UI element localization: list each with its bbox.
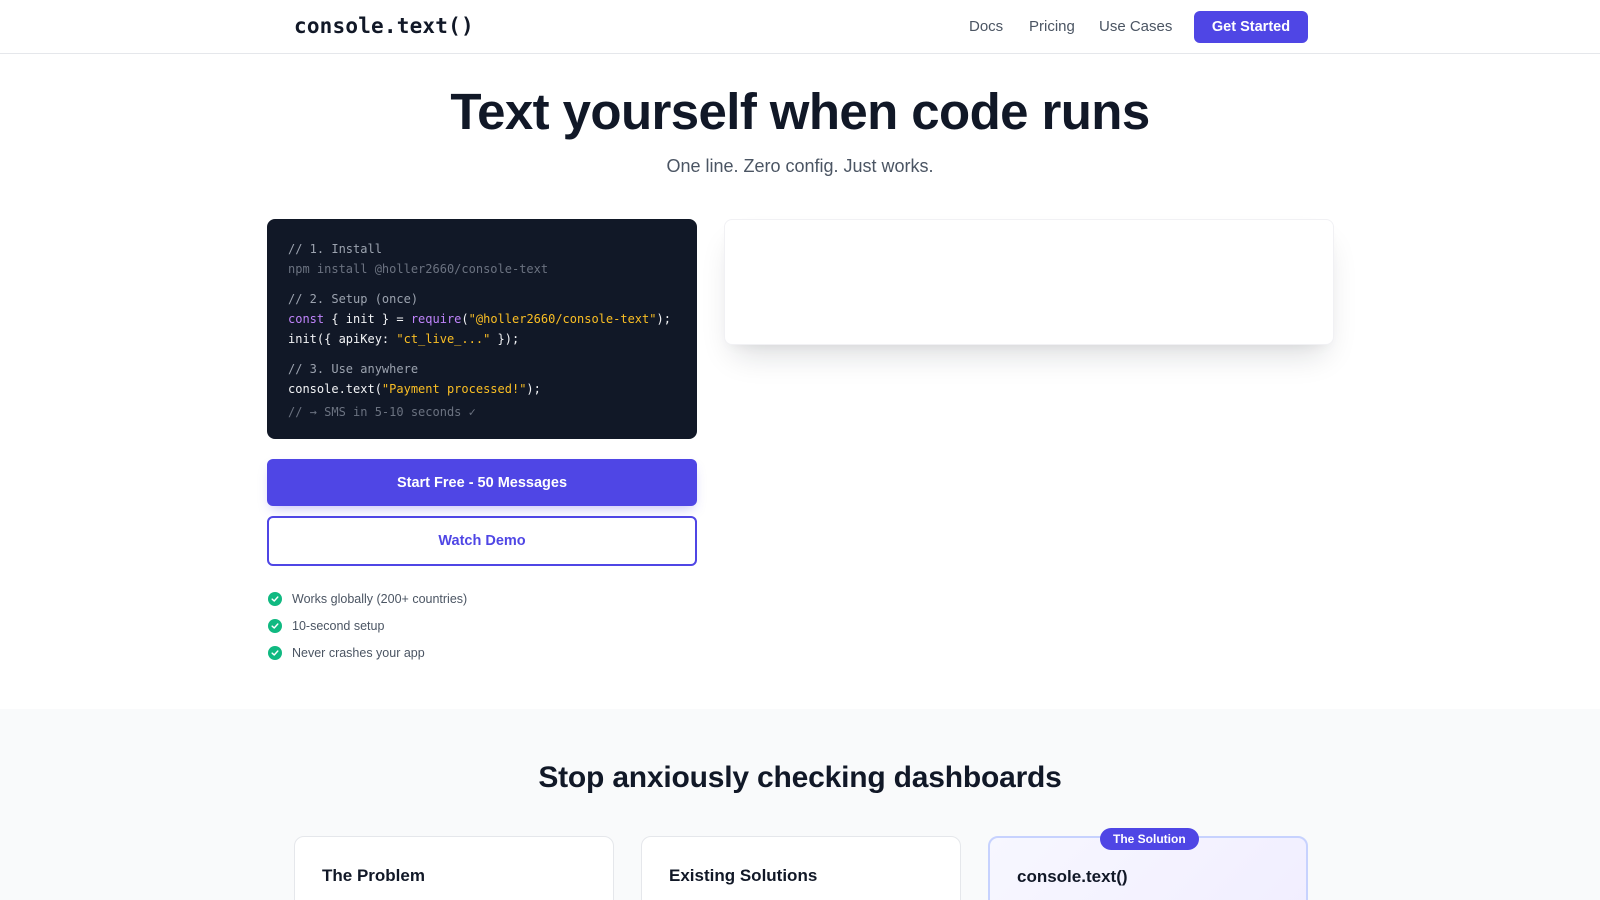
code-install-command: npm install @holler2660/console-text [288, 262, 549, 276]
nav-link-pricing[interactable]: Pricing [1029, 18, 1075, 35]
code-token-console-text: console.text( [288, 382, 382, 396]
solution-card: The Solution console.text() [988, 828, 1308, 900]
code-comment-setup: // 2. Setup (once) [288, 292, 419, 306]
check-circle-icon [268, 645, 282, 660]
feature-item: 10-second setup [268, 612, 467, 639]
code-token-package: "@holler2660/console-text" [468, 312, 657, 326]
logo[interactable]: console.text() [294, 14, 474, 38]
feature-item: Never crashes your app [268, 639, 467, 666]
section-title: Stop anxiously checking dashboards [538, 761, 1062, 794]
feature-text: Works globally (200+ countries) [292, 591, 468, 606]
code-token-const: const [288, 312, 325, 326]
code-token-init: init({ apiKey: [288, 332, 397, 346]
nav-link-docs[interactable]: Docs [969, 18, 1003, 35]
feature-list: Works globally (200+ countries) 10-secon… [268, 585, 467, 666]
code-comment-install: // 1. Install [288, 242, 382, 256]
solution-badge: The Solution [1100, 828, 1199, 850]
hero-title: Text yourself when code runs [450, 83, 1150, 140]
hero-subtitle: One line. Zero config. Just works. [666, 156, 934, 176]
code-token-init-end: }); [490, 332, 520, 346]
check-circle-icon [268, 591, 282, 606]
code-token-api-key: "ct_live_..." [396, 332, 491, 346]
code-setup-line: const { init } = require("@holler2660/co… [288, 309, 676, 329]
code-token-use-end: ); [526, 382, 541, 396]
feature-text: 10-second setup [292, 618, 385, 633]
card-title: The Problem [322, 866, 425, 885]
code-comment-result: // → SMS in 5-10 seconds ✓ [288, 405, 476, 419]
code-token-require: require [410, 312, 462, 326]
watch-demo-button[interactable]: Watch Demo [267, 516, 697, 566]
comparison-section: Stop anxiously checking dashboards The P… [0, 709, 1600, 900]
code-token-paren: ( [461, 312, 469, 326]
code-sample: // 1. Install npm install @holler2660/co… [267, 219, 697, 439]
code-use-line: console.text("Payment processed!"); [288, 379, 676, 399]
problem-card: The Problem [294, 836, 614, 900]
card-title: console.text() [1017, 867, 1128, 886]
code-init-line: init({ apiKey: "ct_live_..." }); [288, 329, 676, 349]
code-comment-use: // 3. Use anywhere [288, 362, 419, 376]
code-token-destructure: { init } = [324, 312, 411, 326]
check-circle-icon [268, 618, 282, 633]
existing-solutions-card: Existing Solutions [641, 836, 961, 900]
feature-text: Never crashes your app [292, 645, 425, 660]
get-started-button[interactable]: Get Started [1194, 11, 1308, 43]
code-token-end: ); [656, 312, 671, 326]
feature-item: Works globally (200+ countries) [268, 585, 467, 612]
demo-preview-card [724, 219, 1334, 345]
nav-link-use-cases[interactable]: Use Cases [1099, 18, 1172, 35]
code-token-message: "Payment processed!" [381, 382, 527, 396]
start-free-button[interactable]: Start Free - 50 Messages [267, 459, 697, 506]
site-header: console.text() Docs Pricing Use Cases Ge… [0, 0, 1600, 54]
card-title: Existing Solutions [669, 866, 818, 885]
